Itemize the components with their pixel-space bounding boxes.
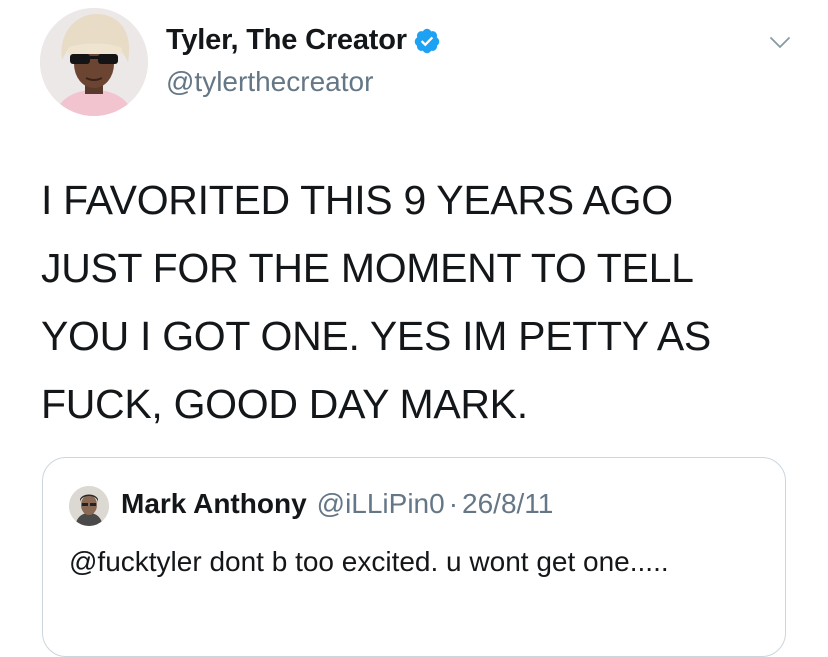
quoted-tweet[interactable]: Mark Anthony @iLLiPin0 · 26/8/11 @fuckty…	[42, 457, 786, 657]
quoted-author-name: Mark Anthony	[121, 488, 307, 519]
quoted-tweet-text: @fucktyler dont b too excited. u wont ge…	[69, 546, 669, 577]
author-display-name[interactable]: Tyler, The Creator	[166, 24, 407, 57]
tweet-card: Tyler, The Creator @tylerthecreator I FA…	[0, 0, 828, 657]
author-avatar[interactable]	[40, 8, 148, 116]
author-name-row: Tyler, The Creator	[166, 24, 441, 57]
verified-badge-icon	[413, 27, 441, 55]
quoted-author-handle: @iLLiPin0	[316, 488, 445, 519]
quoted-tweet-date: 26/8/11	[462, 488, 554, 519]
tweet-text: I FAVORITED THIS 9 YEARS AGO JUST FOR TH…	[41, 177, 711, 427]
author-handle[interactable]: @tylerthecreator	[166, 66, 373, 98]
author-avatar-image	[40, 8, 148, 116]
quoted-separator: ·	[448, 488, 459, 519]
quoted-tweet-header: Mark Anthony @iLLiPin0 · 26/8/11	[121, 488, 553, 520]
chevron-down-icon[interactable]	[768, 30, 792, 54]
quoted-author-avatar-image	[69, 486, 109, 526]
quoted-author-avatar	[69, 486, 109, 526]
